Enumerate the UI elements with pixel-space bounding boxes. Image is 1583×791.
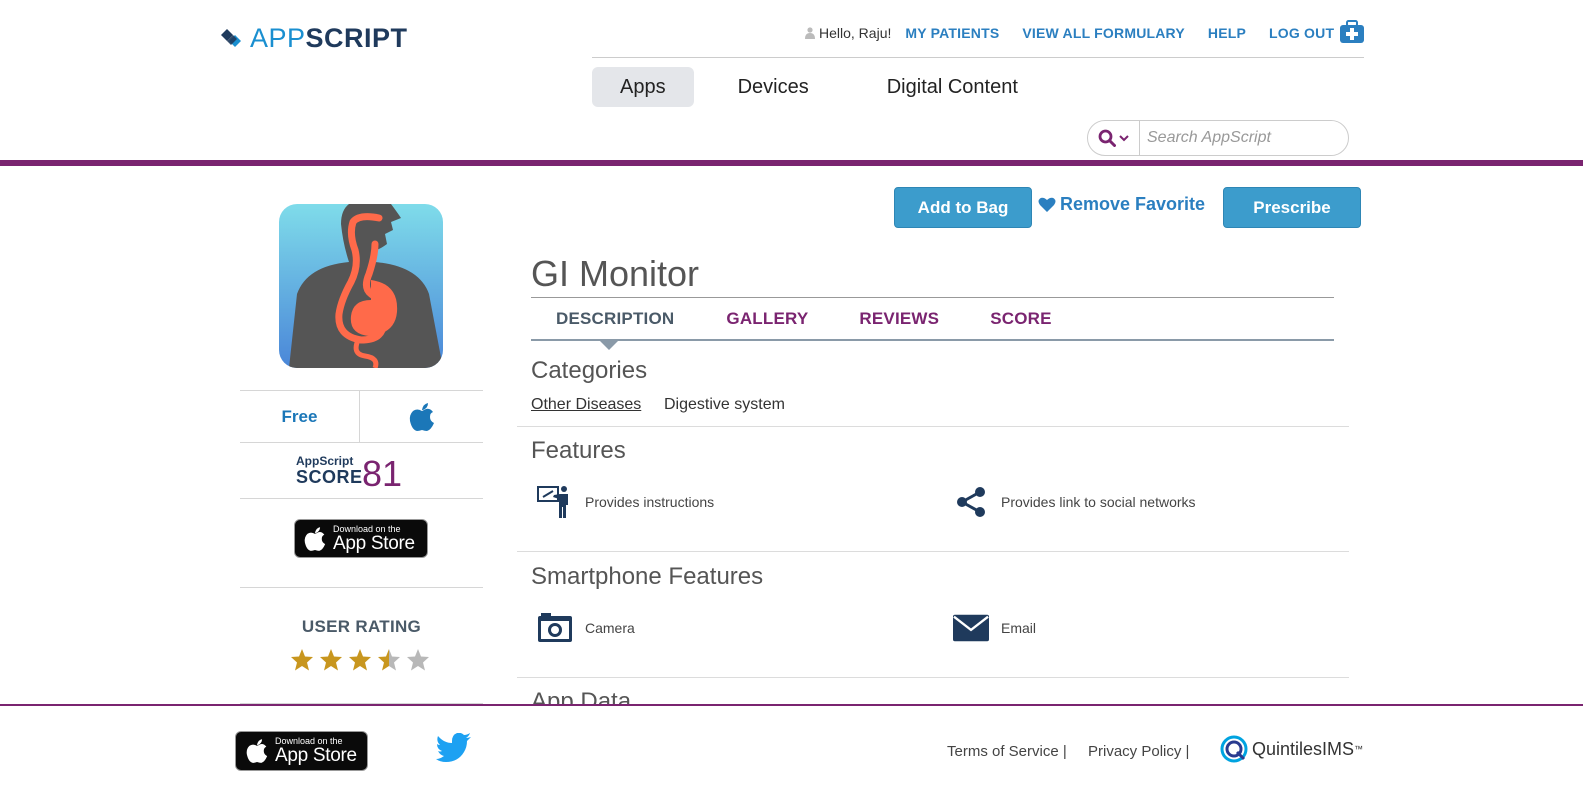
appscript-logo[interactable]: APPSCRIPT: [220, 22, 408, 54]
star-icon: [291, 649, 313, 671]
nav-view-all-formulary[interactable]: VIEW ALL FORMULARY: [1022, 25, 1185, 41]
heart-icon: [1038, 197, 1056, 212]
company-name: QuintilesIMS: [1252, 738, 1355, 759]
section-divider: [517, 677, 1349, 678]
smartphone-feature-item: Camera: [537, 610, 635, 646]
nav-help[interactable]: HELP: [1208, 25, 1246, 41]
header: APPSCRIPT Hello, Raju! MY PATIENTS VIEW …: [0, 0, 1583, 166]
privacy-policy-link[interactable]: Privacy Policy |: [1088, 743, 1189, 760]
feature-item: Provides instructions: [537, 484, 714, 520]
app-score: 81: [362, 453, 403, 494]
logo-text-app: APP: [250, 22, 306, 53]
user-rating-title: USER RATING: [301, 617, 422, 636]
remove-favorite-label: Remove Favorite: [1060, 194, 1206, 214]
medical-bag-icon[interactable]: [1339, 20, 1365, 44]
badge-line1: Download on the: [333, 523, 401, 534]
main-tabs: Apps Devices Digital Content: [592, 67, 1046, 107]
tab-description[interactable]: DESCRIPTION: [556, 309, 674, 331]
terms-of-service-link[interactable]: Terms of Service |: [947, 743, 1067, 760]
tab-devices[interactable]: Devices: [710, 67, 837, 107]
platform: [360, 391, 483, 442]
app-icon: [279, 204, 443, 368]
tab-score[interactable]: SCORE: [990, 309, 1051, 331]
search-box: [1087, 120, 1349, 156]
section-divider: [517, 426, 1349, 427]
header-divider: [592, 57, 1364, 58]
add-to-bag-button[interactable]: Add to Bag: [894, 187, 1032, 228]
left-divider: [240, 442, 483, 443]
features-title: Features: [531, 437, 626, 464]
footer-app-store-badge[interactable]: Download on the App Store: [235, 731, 368, 771]
search-scope-button[interactable]: [1088, 121, 1140, 155]
badge-line2: App Store: [333, 532, 415, 554]
active-tab-pointer: [599, 340, 619, 350]
greeting-text: Hello, Raju!: [819, 25, 892, 41]
remove-favorite-link[interactable]: Remove Favorite: [1038, 194, 1205, 215]
star-icon: [407, 649, 429, 671]
star-icon: [378, 649, 400, 671]
prescribe-button[interactable]: Prescribe: [1223, 187, 1361, 228]
tab-gallery[interactable]: GALLERY: [726, 309, 808, 331]
left-divider: [240, 703, 483, 704]
left-divider: [240, 587, 483, 588]
logo-mark-icon: [221, 29, 241, 47]
apple-icon: [409, 402, 434, 431]
categories-title: Categories: [531, 357, 648, 384]
nav-log-out[interactable]: LOG OUT: [1269, 25, 1334, 41]
feature-label: Provides link to social networks: [1001, 494, 1196, 510]
category-link-other-diseases[interactable]: Other Diseases: [531, 396, 641, 414]
camera-icon: [537, 610, 573, 646]
user-icon: [805, 27, 815, 39]
star-icon: [320, 649, 342, 671]
top-nav: Hello, Raju! MY PATIENTS VIEW ALL FORMUL…: [805, 24, 1357, 42]
greeting: Hello, Raju!: [805, 25, 891, 41]
footer-accent-bar: [0, 704, 1583, 706]
email-icon: [953, 610, 989, 646]
tabs-divider: [531, 339, 1334, 341]
tab-digital-content[interactable]: Digital Content: [859, 67, 1046, 107]
left-divider: [240, 498, 483, 499]
app-store-badge[interactable]: Download on the App Store: [294, 519, 428, 558]
header-accent-bar: [0, 160, 1583, 166]
price: Free: [281, 407, 318, 426]
trademark: ™: [1354, 744, 1364, 754]
logo-text-script: SCRIPT: [305, 22, 408, 53]
smartphone-feature-label: Email: [1001, 620, 1037, 636]
badge-line2: App Store: [275, 745, 357, 766]
feature-item: Provides link to social networks: [953, 484, 1196, 520]
quintiles-logo-icon: [1220, 735, 1248, 763]
user-rating-stars: [290, 648, 435, 672]
app-title: GI Monitor: [531, 253, 700, 294]
apple-icon: [304, 526, 326, 551]
detail-tabs: DESCRIPTION GALLERY REVIEWS SCORE: [531, 309, 1052, 331]
title-divider: [531, 297, 1334, 298]
share-icon: [953, 484, 989, 520]
section-divider: [517, 551, 1349, 552]
apple-icon: [246, 739, 268, 763]
category-digestive-system: Digestive system: [664, 396, 785, 413]
instructions-icon: [537, 484, 573, 520]
search-icon: [1098, 129, 1116, 147]
smartphone-feature-label: Camera: [585, 620, 635, 636]
quintilesims-logo: QuintilesIMS ™: [1219, 734, 1363, 764]
score-label: SCORE: [296, 467, 363, 487]
tab-apps[interactable]: Apps: [592, 67, 694, 107]
nav-my-patients[interactable]: MY PATIENTS: [905, 25, 999, 41]
twitter-icon[interactable]: [436, 733, 472, 763]
chevron-down-icon: [1119, 135, 1129, 142]
star-icon: [349, 649, 371, 671]
score-label-small: AppScript: [296, 454, 354, 468]
tab-reviews[interactable]: REVIEWS: [859, 309, 939, 331]
feature-label: Provides instructions: [585, 494, 715, 510]
smartphone-feature-item: Email: [953, 610, 1036, 646]
search-input[interactable]: [1140, 121, 1340, 155]
smartphone-features-title: Smartphone Features: [531, 563, 764, 590]
